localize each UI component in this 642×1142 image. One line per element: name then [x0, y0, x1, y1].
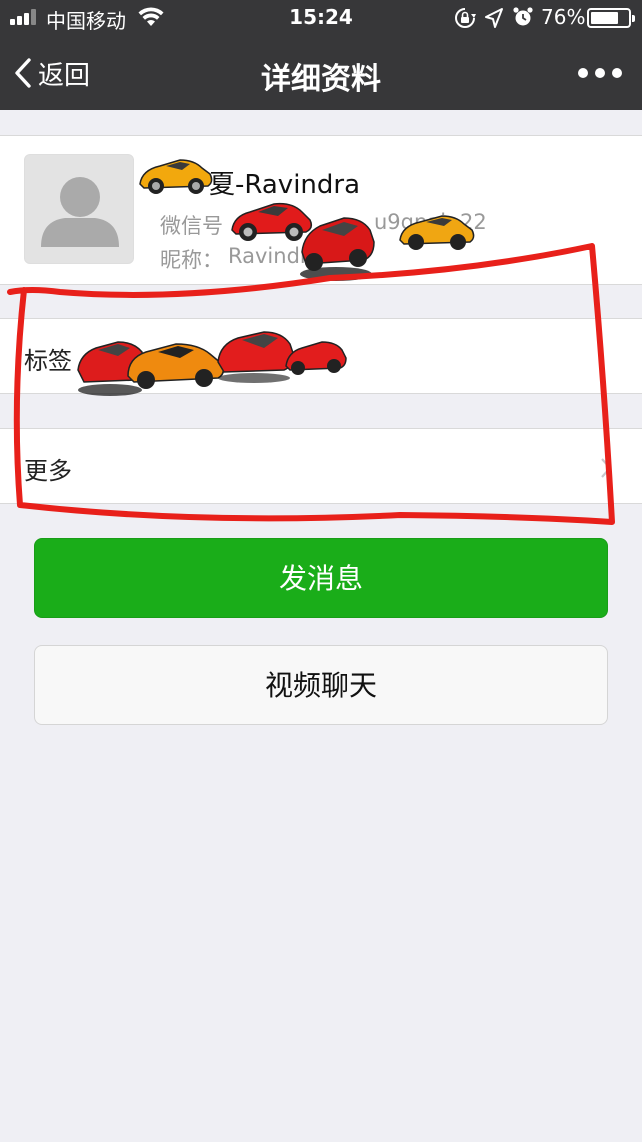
battery-icon — [587, 8, 635, 28]
battery-percent: 76% — [541, 5, 586, 29]
video-call-button[interactable]: 视频聊天 — [34, 645, 608, 725]
car-sticker-icon — [399, 215, 475, 250]
chevron-right-icon — [601, 458, 612, 478]
location-arrow-icon — [485, 8, 503, 28]
car-sticker-icon — [139, 159, 213, 194]
navigation-bar: 返回 详细资料 — [0, 36, 642, 110]
wechat-id-label: 微信号 — [160, 214, 223, 238]
alarm-clock-icon — [513, 7, 533, 26]
more-row[interactable]: 更多 — [0, 428, 642, 504]
default-person-icon — [41, 177, 119, 247]
car-sticker-icon — [285, 341, 347, 375]
profile-screen: 中国移动 15:24 76% 返回 详细资料 夏-Ravindra 微信号 u9… — [0, 0, 642, 1142]
top-bar: 中国移动 15:24 76% 返回 详细资料 — [0, 0, 642, 110]
dot-icon — [595, 68, 605, 78]
tags-label: 标签 — [24, 347, 72, 375]
more-options-button[interactable] — [578, 66, 622, 80]
nickname-label: 昵称： — [160, 248, 223, 272]
rotation-lock-icon — [455, 8, 476, 28]
status-bar: 中国移动 15:24 76% — [0, 0, 642, 36]
car-sticker-icon — [127, 343, 225, 389]
car-sticker-icon — [300, 217, 375, 281]
page-title: 详细资料 — [261, 62, 381, 97]
dot-icon — [612, 68, 622, 78]
dot-icon — [578, 68, 588, 78]
send-message-button[interactable]: 发消息 — [34, 538, 608, 618]
avatar[interactable] — [24, 154, 134, 264]
more-label: 更多 — [24, 457, 72, 485]
